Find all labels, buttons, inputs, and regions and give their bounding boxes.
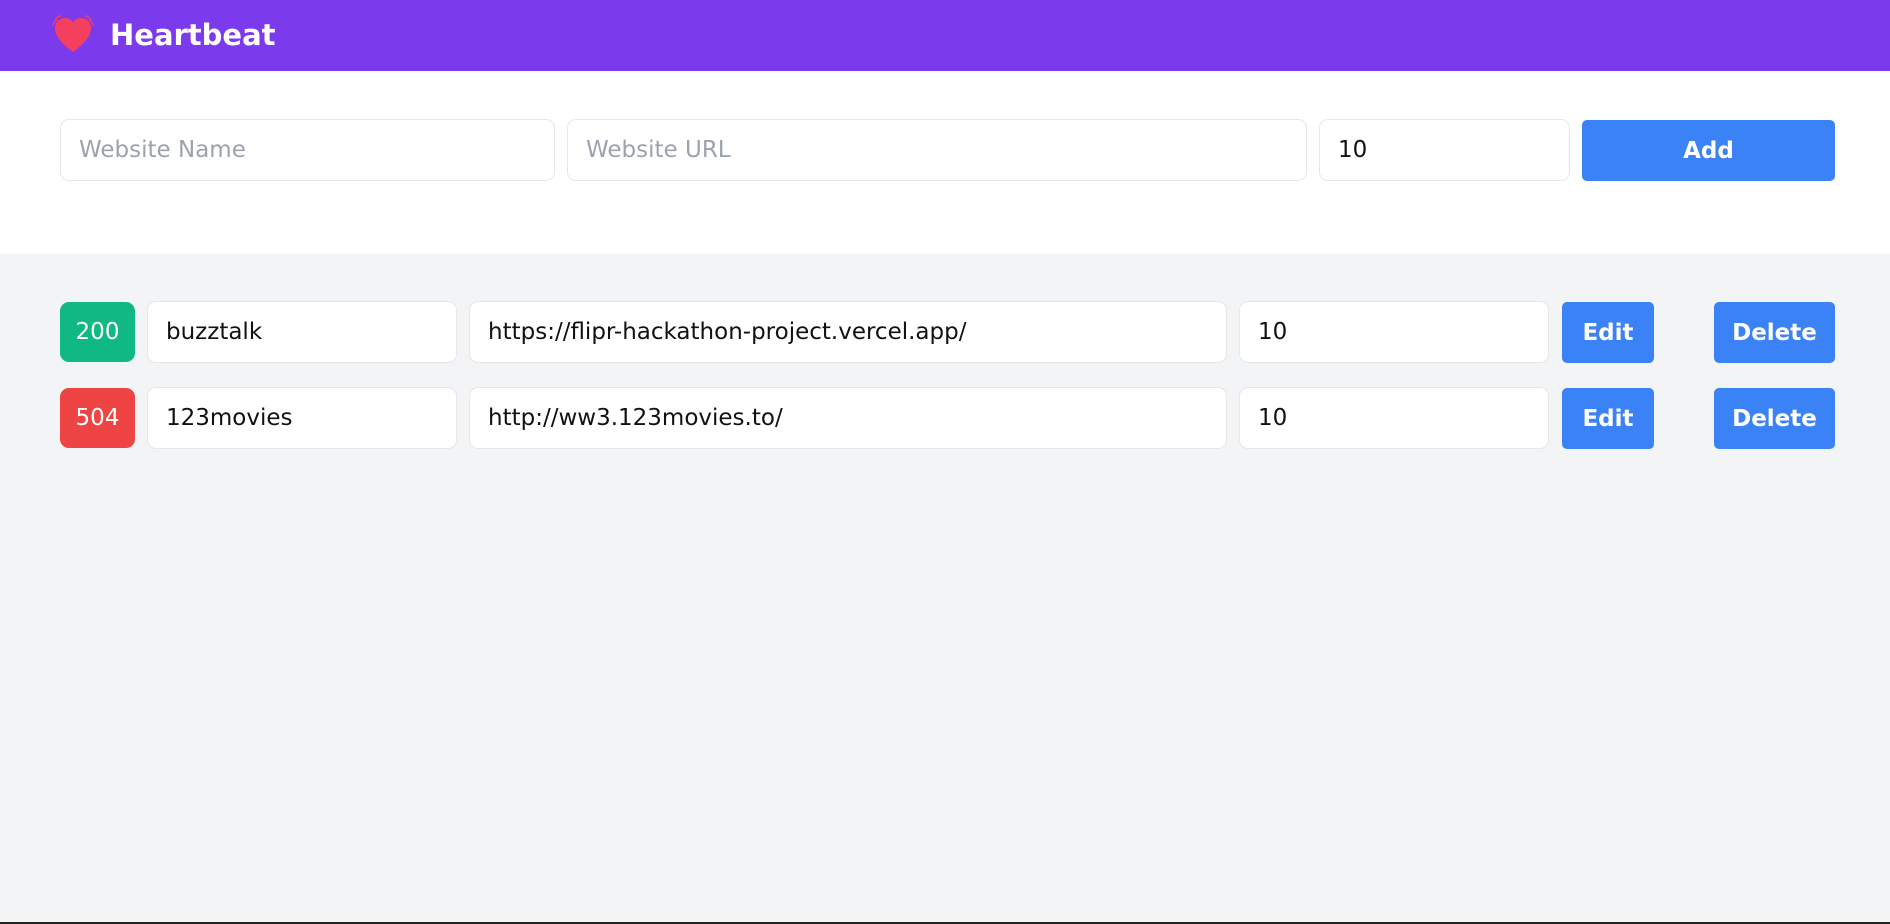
- status-badge: 200: [60, 302, 135, 362]
- edit-button[interactable]: Edit: [1562, 388, 1654, 449]
- site-url-field[interactable]: [469, 387, 1227, 449]
- delete-button[interactable]: Delete: [1714, 388, 1835, 449]
- site-name-field[interactable]: [147, 387, 457, 449]
- site-name-field[interactable]: [147, 301, 457, 363]
- edit-button[interactable]: Edit: [1562, 302, 1654, 363]
- delete-button[interactable]: Delete: [1714, 302, 1835, 363]
- site-url-field[interactable]: [469, 301, 1227, 363]
- site-interval-field[interactable]: [1239, 301, 1549, 363]
- site-interval-field[interactable]: [1239, 387, 1549, 449]
- add-button[interactable]: Add: [1582, 120, 1835, 181]
- interval-input[interactable]: [1319, 119, 1570, 181]
- heart-icon: [52, 14, 94, 56]
- app-title: Heartbeat: [110, 18, 276, 52]
- website-url-input[interactable]: [567, 119, 1307, 181]
- add-website-form: Add: [0, 71, 1890, 254]
- navbar: Heartbeat: [0, 0, 1890, 71]
- status-badge: 504: [60, 388, 135, 448]
- website-name-input[interactable]: [60, 119, 555, 181]
